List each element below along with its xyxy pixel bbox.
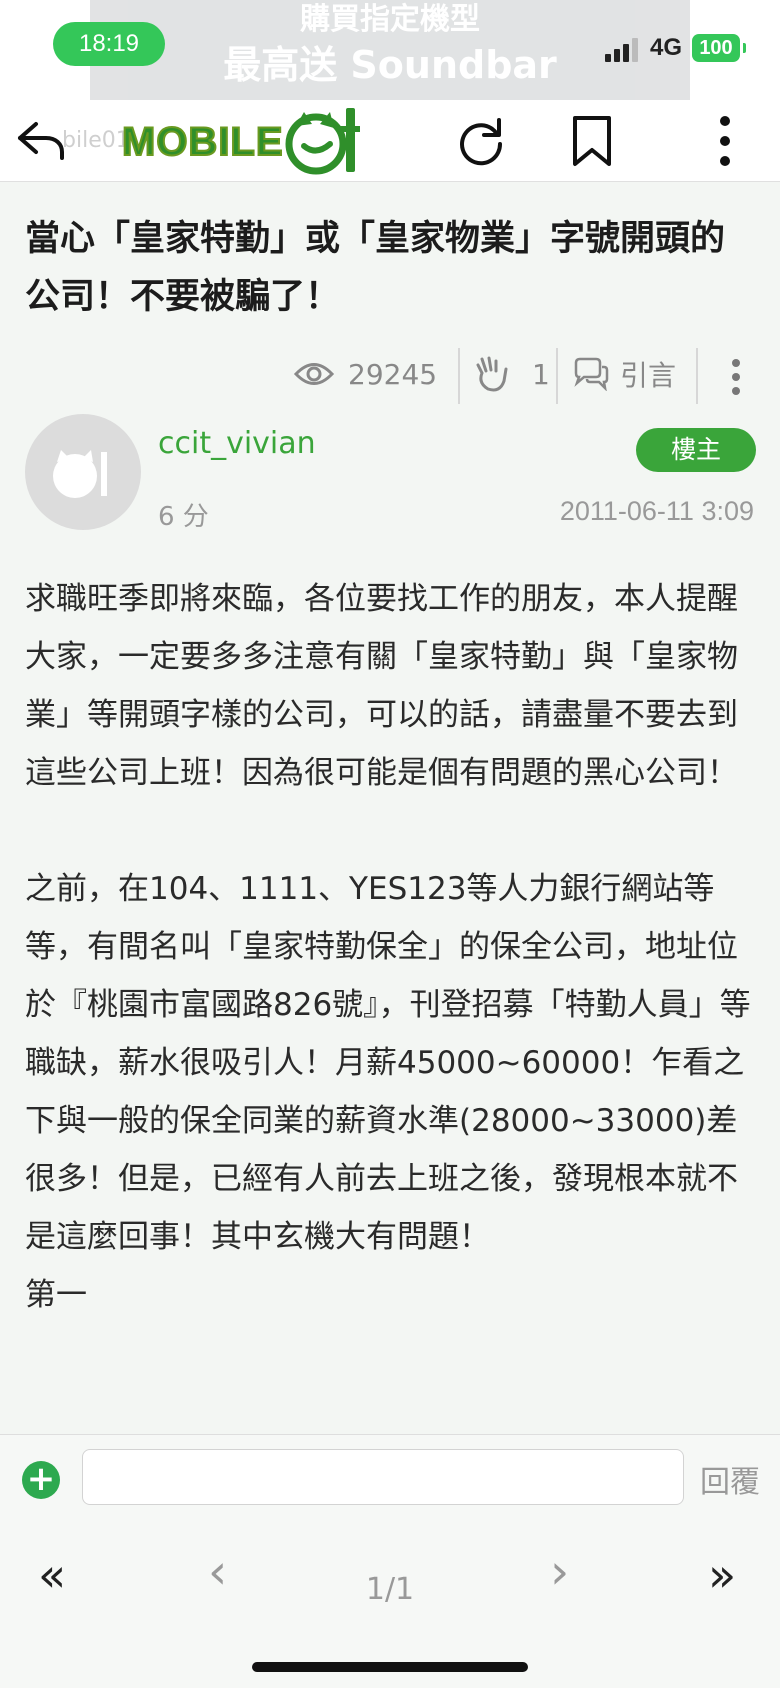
prev-page-button[interactable]: ‹ [208,1544,227,1600]
post-age: 6 分 [158,502,209,532]
add-attachment-button[interactable]: + [22,1461,60,1499]
op-badge: 樓主 [636,428,756,472]
default-avatar-icon [53,450,107,498]
quote-label: 引言 [620,359,677,392]
like-button[interactable]: 1 [474,344,550,404]
divider [696,348,698,404]
divider [458,348,460,404]
pagination: « ‹ 1/1 › » [0,1520,780,1688]
article-stats: 29245 1 引言 [0,344,780,404]
last-page-button[interactable]: » [708,1548,736,1602]
likes-count: 1 [532,357,550,391]
article-title: 當心「皇家特勤」或「皇家物業」字號開頭的公司！不要被騙了！ [25,219,726,317]
views-count: 29245 [348,357,438,391]
avatar[interactable] [25,414,141,530]
reply-input[interactable] [82,1449,684,1505]
battery-icon: 100 [692,34,746,62]
clap-icon [476,356,508,392]
paragraph: 第一 [25,1277,87,1313]
eye-icon [294,363,334,385]
divider [556,348,558,404]
home-indicator [252,1662,528,1672]
ad-banner[interactable]: 購買指定機型 最高送 Soundbar [90,0,690,100]
paragraph: 求職旺季即將來臨，各位要找工作的朋友，本人提醒大家，一定要多多注意有關「皇家特勤… [25,581,738,791]
logo-text: MOBILE [121,119,284,165]
reload-icon[interactable] [452,112,510,170]
page-indicator: 1/1 [365,1572,415,1607]
post-body: 求職旺季即將來臨，各位要找工作的朋友，本人提醒大家，一定要多多注意有關「皇家特勤… [25,570,760,1324]
back-icon[interactable] [14,114,68,168]
status-time[interactable]: 18:19 [53,22,165,66]
top-toolbar: bile01 MOBILE [0,100,780,182]
logo-mark-icon [285,108,360,175]
more-options-icon[interactable] [726,358,746,396]
views-stat: 29245 [294,344,437,404]
post-date: 2011-06-11 3:09 [559,496,754,526]
network-type: 4G [650,34,683,61]
next-page-button[interactable]: › [550,1544,569,1600]
ad-line-2: 最高送 Soundbar [223,43,557,87]
mobile01-logo[interactable]: MOBILE [121,104,364,180]
quote-chat-icon [574,357,609,391]
paragraph: 之前，在104、1111、YES123等人力銀行網站等等，有間名叫「皇家特勤保全… [25,871,751,1255]
more-vertical-icon[interactable] [697,112,757,170]
first-page-button[interactable]: « [38,1548,66,1602]
battery-level: 100 [699,37,733,59]
status-bar: 購買指定機型 最高送 Soundbar 18:19 4G 100 [0,0,780,100]
author-name[interactable]: ccit_vivian [158,426,316,461]
reply-button[interactable]: 回覆 [700,1457,760,1501]
bookmark-icon[interactable] [563,112,621,170]
quote-button[interactable]: 引言 [572,344,676,404]
reply-bar: + 回覆 [0,1434,780,1520]
signal-icon [605,38,639,62]
ad-line-1: 購買指定機型 [300,2,480,37]
faint-url: bile01 [62,128,130,153]
